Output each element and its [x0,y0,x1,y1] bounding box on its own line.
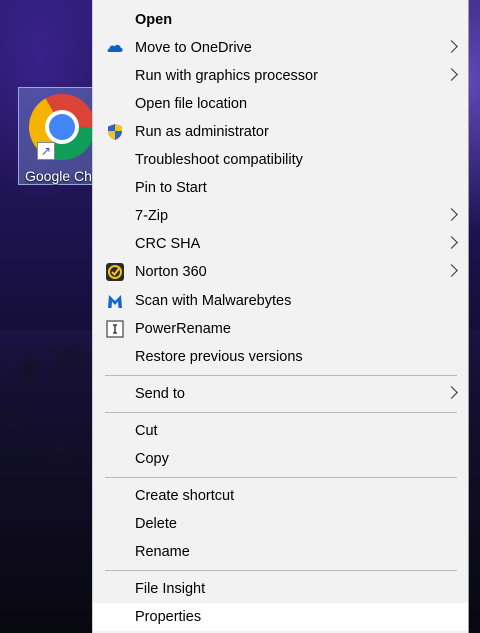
powerrename-icon [106,320,124,338]
menu-item-7-zip[interactable]: 7-Zip [93,202,468,230]
menu-item-norton-360[interactable]: Norton 360 [93,258,468,286]
menu-item-label: Norton 360 [135,264,207,280]
menu-item-restore-previous-versions[interactable]: Restore previous versions [93,343,468,371]
menu-item-file-insight[interactable]: File Insight [93,575,468,603]
menu-item-move-to-onedrive[interactable]: Move to OneDrive [93,34,468,62]
context-menu: Open Move to OneDrive Run with graphics … [92,0,469,633]
chevron-right-icon [445,264,458,277]
menu-item-run-as-administrator[interactable]: Run as administrator [93,118,468,146]
menu-item-label: Pin to Start [135,180,207,196]
menu-item-pin-to-start[interactable]: Pin to Start [93,174,468,202]
menu-item-troubleshoot-compatibility[interactable]: Troubleshoot compatibility [93,146,468,174]
menu-item-label: Move to OneDrive [135,40,252,56]
menu-item-label: Copy [135,451,169,467]
menu-item-delete[interactable]: Delete [93,510,468,538]
menu-item-open[interactable]: Open [93,6,468,34]
menu-item-copy[interactable]: Copy [93,445,468,473]
norton-icon [106,263,124,281]
menu-item-label: Delete [135,516,177,532]
shortcut-arrow-icon: ↗ [37,142,55,160]
menu-item-label: Restore previous versions [135,349,303,365]
menu-item-label: File Insight [135,581,206,597]
menu-item-label: Properties [135,609,202,625]
menu-item-label: 7-Zip [135,208,169,224]
menu-item-open-file-location[interactable]: Open file location [93,90,468,118]
menu-item-send-to[interactable]: Send to [93,380,468,408]
menu-item-create-shortcut[interactable]: Create shortcut [93,482,468,510]
menu-item-run-with-graphics-processor[interactable]: Run with graphics processor [93,62,468,90]
menu-item-label: Open file location [135,96,248,112]
menu-item-label: Open [135,12,173,28]
menu-item-rename[interactable]: Rename [93,538,468,566]
menu-item-label: Run with graphics processor [135,68,318,84]
menu-item-label: Scan with Malwarebytes [135,293,292,309]
menu-item-label: Run as administrator [135,124,269,140]
menu-separator [105,570,457,571]
menu-item-label: Troubleshoot compatibility [135,152,303,168]
menu-item-cut[interactable]: Cut [93,417,468,445]
menu-separator [105,477,457,478]
menu-item-scan-with-malwarebytes[interactable]: Scan with Malwarebytes [93,287,468,315]
menu-item-label: Create shortcut [135,488,235,504]
menu-item-label: CRC SHA [135,236,201,252]
menu-item-label: Send to [135,386,185,402]
menu-item-label: Rename [135,544,190,560]
menu-item-powerrename[interactable]: PowerRename [93,315,468,343]
menu-separator [105,375,457,376]
malwarebytes-icon [108,295,122,308]
onedrive-icon [107,44,123,52]
chevron-right-icon [445,208,458,221]
chevron-right-icon [445,236,458,249]
desktop-shortcut-google-chrome[interactable]: ↗ Google Ch [18,87,95,185]
menu-item-crc-sha[interactable]: CRC SHA [93,230,468,258]
menu-separator [105,412,457,413]
chevron-right-icon [445,40,458,53]
desktop-shortcut-label: Google Ch [25,168,92,184]
menu-item-properties[interactable]: Properties [93,603,468,631]
menu-item-label: Cut [135,423,158,439]
chevron-right-icon [445,386,458,399]
chevron-right-icon [445,68,458,81]
menu-item-label: PowerRename [135,321,231,337]
uac-shield-icon [108,124,122,140]
